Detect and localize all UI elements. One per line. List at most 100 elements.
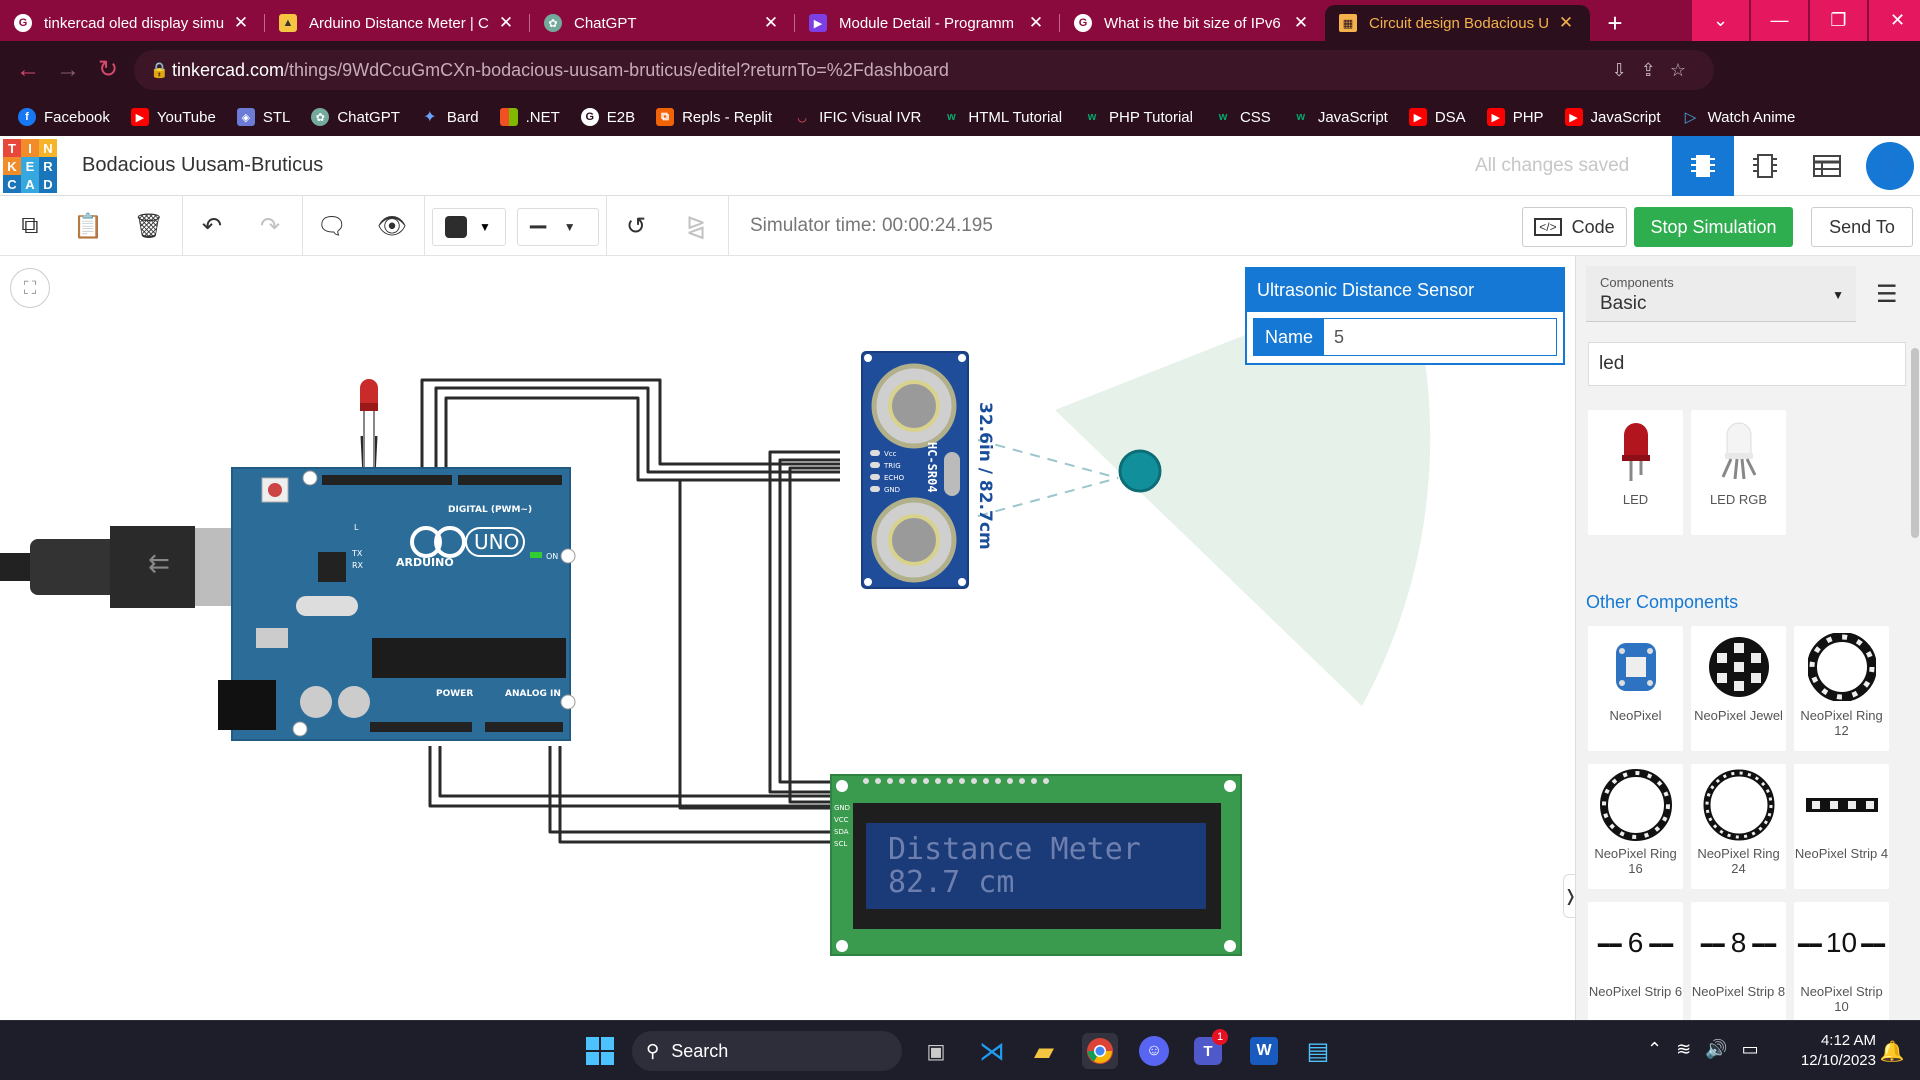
bookmark-item[interactable]: f Facebook [18, 108, 110, 126]
component-search-input[interactable]: led [1588, 342, 1906, 386]
browser-tab[interactable]: G tinkercad oled display simu ✕ [0, 5, 265, 41]
bookmark-item[interactable]: ◈ STL [236, 108, 290, 126]
bookmark-item[interactable]: .NET [499, 108, 560, 126]
bookmark-item[interactable]: ▶ PHP [1486, 108, 1544, 126]
circuit-view-button[interactable] [1672, 136, 1734, 196]
annotation-button[interactable]: 🗨 [314, 208, 350, 244]
reload-button[interactable]: ↻ [88, 55, 128, 84]
notes-visibility-button[interactable]: 👁 [374, 208, 410, 244]
taskbar-search[interactable]: ⚲ Search [632, 1031, 902, 1071]
user-avatar[interactable]: 👤 [1866, 142, 1914, 190]
bookmark-item[interactable]: ✿ ChatGPT [311, 108, 400, 126]
flip-button[interactable]: ⧎ [678, 208, 714, 244]
component-tile-neopixel-strip-8[interactable]: ▬▬ 8 ▬▬ NeoPixel Strip 8 [1691, 902, 1786, 1020]
close-tab-icon[interactable]: ✕ [231, 13, 251, 33]
component-list-button[interactable] [1796, 136, 1858, 196]
browser-tab[interactable]: ✿ ChatGPT ✕ [530, 5, 795, 41]
word-button[interactable]: W [1246, 1033, 1282, 1069]
component-tile-neopixel-strip-4[interactable]: NeoPixel Strip 4 [1794, 764, 1889, 889]
browser-tab[interactable]: ▲ Arduino Distance Meter | C ✕ [265, 5, 530, 41]
component-tile-neopixel-strip-10[interactable]: ▬▬ 10 ▬▬ NeoPixel Strip 10 [1794, 902, 1889, 1020]
browser-tab[interactable]: ▶ Module Detail - Programm ✕ [795, 5, 1060, 41]
panel-scrollbar[interactable] [1909, 338, 1920, 938]
components-dropdown[interactable]: Components Basic ▼ [1586, 266, 1856, 322]
bookmark-item[interactable]: ▶ DSA [1408, 108, 1466, 126]
wifi-icon[interactable]: ≋ [1676, 1039, 1691, 1060]
install-icon[interactable]: ⇩ [1612, 60, 1627, 81]
bookmark-item[interactable]: ◡ IFIC Visual IVR [793, 108, 922, 126]
delete-button[interactable]: 🗑 [131, 208, 167, 244]
share-icon[interactable]: ⇪ [1641, 60, 1656, 81]
chevron-up-icon[interactable]: ⌃ [1647, 1039, 1662, 1060]
strip-segment-icon: ▬▬ [1797, 936, 1822, 950]
close-tab-icon[interactable]: ✕ [761, 13, 781, 33]
schematic-view-button[interactable] [1734, 136, 1796, 196]
tinkercad-logo[interactable]: T I N K E R C A D [3, 139, 57, 193]
bookmark-item[interactable]: ▷ Watch Anime [1682, 108, 1796, 127]
component-tile-neopixel-ring-12[interactable]: NeoPixel Ring 12 [1794, 626, 1889, 751]
close-tab-icon[interactable]: ✕ [1291, 13, 1311, 33]
close-tab-icon[interactable]: ✕ [1556, 13, 1576, 33]
bookmark-item[interactable]: w PHP Tutorial [1083, 108, 1193, 126]
design-title[interactable]: Bodacious Uusam-Bruticus [82, 154, 323, 177]
code-button[interactable]: </> Code [1522, 207, 1627, 247]
list-view-button[interactable]: ☰ [1876, 280, 1898, 309]
volume-icon[interactable]: 🔊 [1705, 1039, 1727, 1060]
circuit-canvas[interactable]: ⛶ ⇇ ARDUINO UNO DIGITAL (PWM~) POWER ANA… [0, 256, 1575, 1020]
undo-button[interactable]: ↶ [194, 208, 230, 244]
bookmark-label: Repls - Replit [682, 108, 773, 126]
bookmark-item[interactable]: G E2B [580, 108, 635, 126]
battery-icon[interactable]: ▭ [1742, 1039, 1759, 1060]
rotate-icon: ↺ [625, 212, 647, 240]
new-tab-button[interactable]: + [1590, 5, 1640, 41]
url-bar[interactable]: 🔒 tinkercad.com/things/9WdCcuGmCXn-bodac… [134, 50, 1714, 90]
task-view-button[interactable]: ▣ [918, 1033, 954, 1069]
component-tile-neopixel-strip-6[interactable]: ▬▬ 6 ▬▬ NeoPixel Strip 6 [1588, 902, 1683, 1020]
tab-search-button[interactable]: ⌄ [1692, 0, 1749, 41]
bookmark-item[interactable]: w CSS [1214, 108, 1271, 126]
chrome-button[interactable] [1082, 1033, 1118, 1069]
browser-tab-active[interactable]: ▦ Circuit design Bodacious U ✕ [1325, 5, 1590, 41]
discord-button[interactable]: ☺ [1136, 1033, 1172, 1069]
component-tile-led-rgb[interactable]: LED RGB [1691, 410, 1786, 535]
component-tile-led[interactable]: LED [1588, 410, 1683, 535]
bookmark-item[interactable]: w HTML Tutorial [942, 108, 1062, 126]
forward-button[interactable]: → [48, 56, 88, 84]
redo-button[interactable]: ↷ [252, 208, 288, 244]
file-explorer-button[interactable]: ▰ [1026, 1033, 1062, 1069]
component-tile-neopixel-jewel[interactable]: NeoPixel Jewel [1691, 626, 1786, 751]
minimize-button[interactable]: — [1751, 0, 1808, 41]
component-tile-neopixel-ring-24[interactable]: NeoPixel Ring 24 [1691, 764, 1786, 889]
close-tab-icon[interactable]: ✕ [496, 13, 516, 33]
restore-button[interactable]: ❐ [1810, 0, 1867, 41]
copy-button[interactable]: ⧉ [12, 208, 48, 244]
taskbar-clock[interactable]: 4:12 AM 12/10/2023 [1786, 1031, 1876, 1071]
component-tile-neopixel[interactable]: NeoPixel [1588, 626, 1683, 751]
start-button[interactable] [582, 1033, 618, 1069]
bookmark-star-icon[interactable]: ☆ [1670, 60, 1686, 81]
bookmark-item[interactable]: ⧉ Repls - Replit [656, 108, 772, 126]
wire-type-picker[interactable]: ━╸ ▼ [517, 208, 599, 246]
name-input[interactable]: 5 [1324, 319, 1556, 355]
browser-tab[interactable]: G What is the bit size of IPv6 ✕ [1060, 5, 1325, 41]
wire-color-picker[interactable]: ▼ [432, 208, 506, 246]
bookmark-item[interactable]: ✦ Bard [421, 108, 478, 127]
teams-button[interactable]: T 1 [1190, 1029, 1228, 1069]
close-tab-icon[interactable]: ✕ [1026, 13, 1046, 33]
close-window-button[interactable]: ✕ [1869, 0, 1920, 41]
notifications-button[interactable]: 🔔 [1874, 1033, 1910, 1069]
scrollbar-thumb[interactable] [1911, 348, 1919, 538]
collapse-panel-button[interactable]: ❭ [1563, 874, 1575, 918]
stop-simulation-button[interactable]: Stop Simulation [1634, 207, 1793, 247]
rotate-button[interactable]: ↺ [618, 208, 654, 244]
bookmark-item[interactable]: ▶ YouTube [130, 108, 216, 126]
bookmark-item[interactable]: ▶ JavaScript [1564, 108, 1661, 126]
bookmark-item[interactable]: w JavaScript [1292, 108, 1388, 126]
component-tile-neopixel-ring-16[interactable]: NeoPixel Ring 16 [1588, 764, 1683, 889]
send-to-button[interactable]: Send To [1811, 207, 1913, 247]
back-button[interactable]: ← [8, 56, 48, 84]
vscode-button[interactable]: ⋊ [974, 1033, 1010, 1069]
paste-button[interactable]: 📋 [70, 208, 106, 244]
components-dropdown-value: Basic [1600, 293, 1647, 314]
notepad-button[interactable]: ▤ [1300, 1033, 1336, 1069]
